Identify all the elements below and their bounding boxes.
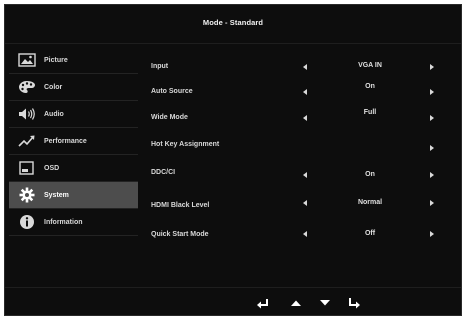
sidebar-item-label: Information — [44, 218, 83, 226]
sidebar-item-picture[interactable]: Picture — [9, 47, 138, 74]
sidebar-item-label: Color — [44, 83, 63, 91]
palette-icon — [16, 79, 38, 95]
setting-row-quick-start-mode[interactable]: Quick Start Mode Off — [145, 223, 455, 243]
sidebar-item-system[interactable]: System — [9, 182, 138, 209]
sidebar-item-osd[interactable]: OSD — [9, 155, 138, 182]
setting-value: Normal — [357, 199, 383, 206]
sidebar-item-label: Performance — [44, 137, 87, 145]
arrow-left-icon[interactable] — [303, 115, 307, 121]
setting-name: Auto Source — [151, 88, 193, 95]
sidebar-item-label: System — [44, 191, 69, 199]
arrow-left-icon[interactable] — [303, 172, 307, 178]
setting-value: On — [365, 171, 375, 178]
setting-value: VGA IN — [358, 62, 382, 69]
divider — [5, 287, 461, 288]
sidebar-item-audio[interactable]: Audio — [9, 101, 138, 128]
setting-name: HDMI Black Level — [151, 202, 210, 209]
info-icon — [16, 214, 38, 230]
up-icon[interactable] — [288, 295, 304, 311]
sidebar-item-label: Picture — [44, 56, 68, 64]
arrow-left-icon[interactable] — [303, 89, 307, 95]
setting-value: Off — [364, 230, 376, 237]
setting-row-wide-mode[interactable]: Wide Mode Full — [145, 108, 455, 128]
arrow-right-icon[interactable] — [430, 172, 434, 178]
back-icon[interactable] — [255, 295, 271, 311]
setting-name: Hot Key Assignment — [151, 141, 220, 148]
osd-window: Mode - Standard Picture Color Audio Perf… — [4, 4, 462, 316]
setting-row-ddc-ci[interactable]: DDC/CI On — [145, 163, 455, 183]
title-bar: Mode - Standard — [5, 5, 461, 39]
gear-icon — [16, 187, 38, 203]
setting-name: DDC/CI — [151, 169, 176, 176]
setting-name: Wide Mode — [151, 114, 188, 121]
setting-value: On — [365, 83, 375, 90]
arrow-right-icon[interactable] — [430, 145, 434, 151]
sidebar-item-label: Audio — [44, 110, 64, 118]
arrow-right-icon[interactable] — [430, 89, 434, 95]
setting-name: Quick Start Mode — [151, 231, 209, 238]
osd-icon — [16, 160, 38, 176]
picture-icon — [16, 52, 38, 68]
performance-icon — [16, 133, 38, 149]
sidebar-item-performance[interactable]: Performance — [9, 128, 138, 155]
sidebar-item-information[interactable]: Information — [9, 209, 138, 236]
arrow-left-icon[interactable] — [303, 200, 307, 206]
sidebar-item-color[interactable]: Color — [9, 74, 138, 101]
enter-icon[interactable] — [346, 295, 362, 311]
page-title: Mode - Standard — [202, 17, 264, 27]
setting-value: Full — [363, 109, 377, 116]
sidebar: Picture Color Audio Performance OSD Syst… — [9, 47, 138, 236]
setting-name: Input — [151, 63, 169, 70]
setting-row-auto-source[interactable]: Auto Source On — [145, 82, 455, 102]
arrow-right-icon[interactable] — [430, 64, 434, 70]
setting-row-hot-key-assignment[interactable]: Hot Key Assignment — [145, 135, 455, 155]
arrow-right-icon[interactable] — [430, 231, 434, 237]
speaker-icon — [16, 106, 38, 122]
arrow-right-icon[interactable] — [430, 115, 434, 121]
divider — [5, 43, 461, 44]
arrow-right-icon[interactable] — [430, 200, 434, 206]
sidebar-item-label: OSD — [44, 164, 60, 172]
arrow-left-icon[interactable] — [303, 64, 307, 70]
down-icon[interactable] — [317, 295, 333, 311]
arrow-left-icon[interactable] — [303, 231, 307, 237]
setting-row-input[interactable]: Input VGA IN — [145, 57, 455, 77]
setting-row-hdmi-black-level[interactable]: HDMI Black Level Normal — [145, 193, 455, 213]
